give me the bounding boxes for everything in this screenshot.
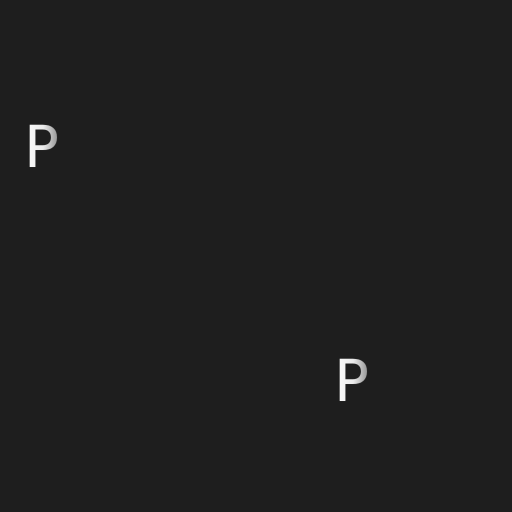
letter-p-glyph: P [24, 113, 59, 181]
dark-canvas: P P [0, 0, 512, 512]
letter-p-glyph: P [334, 347, 369, 415]
